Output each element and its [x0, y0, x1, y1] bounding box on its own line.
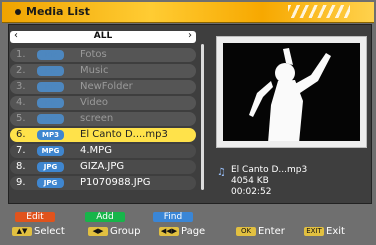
- file-number: 9.: [16, 177, 26, 188]
- dancer-silhouette-icon: [249, 48, 331, 141]
- filter-selector[interactable]: ‹ ALL ›: [10, 30, 196, 43]
- file-name: NewFolder: [80, 81, 133, 92]
- video-file-icon: MPG: [37, 146, 64, 156]
- ok-key-icon: OK: [236, 226, 256, 236]
- info-file-name: El Canto D...mp3: [231, 165, 308, 175]
- file-row[interactable]: 3. Dir NewFolder: [10, 80, 196, 94]
- folder-icon: Dir: [37, 82, 64, 92]
- file-name: El Canto D....mp3: [80, 129, 168, 140]
- select-hint: Select: [34, 226, 65, 237]
- exit-hint: Exit: [326, 226, 345, 237]
- title-decoration: [288, 5, 350, 18]
- list-scrollbar[interactable]: [201, 44, 204, 190]
- folder-icon: Dir: [37, 50, 64, 60]
- title-bullet-icon: [15, 9, 21, 15]
- folder-icon: Dir: [37, 98, 64, 108]
- file-name: Video: [80, 97, 109, 108]
- page-hint: Page: [181, 226, 206, 237]
- footer-select: ▲▼ Select: [12, 226, 65, 240]
- file-row[interactable]: 1. Dir Fotos: [10, 48, 196, 62]
- music-note-icon: ♫: [217, 167, 226, 178]
- folder-icon: Dir: [37, 66, 64, 76]
- file-number: 6.: [16, 129, 26, 140]
- file-row[interactable]: 2. Dir Music: [10, 64, 196, 78]
- mp3-file-icon: MP3: [37, 130, 64, 140]
- file-row[interactable]: 7. MPG 4.MPG: [10, 144, 196, 158]
- file-number: 4.: [16, 97, 26, 108]
- footer-enter: OK Enter: [236, 226, 285, 240]
- info-file-size: 4054 KB: [231, 176, 269, 186]
- file-name: 4.MPG: [80, 145, 112, 156]
- page-key-icon: ◀◀▶: [159, 226, 179, 236]
- file-name: Fotos: [80, 49, 107, 60]
- file-number: 5.: [16, 113, 26, 124]
- file-name: screen: [80, 113, 114, 124]
- filter-next-icon[interactable]: ›: [188, 30, 192, 41]
- file-row[interactable]: 9. JPG P1070988.JPG: [10, 176, 196, 190]
- image-file-icon: JPG: [37, 178, 64, 188]
- info-duration: 00:02:52: [231, 187, 272, 197]
- file-number: 1.: [16, 49, 26, 60]
- preview-frame: [216, 36, 367, 148]
- enter-hint: Enter: [258, 226, 285, 237]
- exit-key-icon: EXIT: [304, 226, 324, 236]
- file-number: 2.: [16, 65, 26, 76]
- group-hint: Group: [110, 226, 141, 237]
- file-name: GIZA.JPG: [80, 161, 125, 172]
- file-number: 7.: [16, 145, 26, 156]
- updown-key-icon: ▲▼: [12, 226, 32, 236]
- find-button[interactable]: Find: [153, 212, 193, 222]
- leftright-key-icon: ◀▶: [88, 226, 108, 236]
- file-number: 8.: [16, 161, 26, 172]
- file-number: 3.: [16, 81, 26, 92]
- file-name: P1070988.JPG: [80, 177, 151, 188]
- add-button[interactable]: Add: [85, 212, 125, 222]
- footer-page: ◀◀▶ Page: [159, 226, 205, 240]
- image-file-icon: JPG: [37, 162, 64, 172]
- file-row[interactable]: 4. Dir Video: [10, 96, 196, 110]
- file-name: Music: [80, 65, 109, 76]
- file-row[interactable]: 5. Dir screen: [10, 112, 196, 126]
- folder-icon: Dir: [37, 114, 64, 124]
- file-row[interactable]: 8. JPG GIZA.JPG: [10, 160, 196, 174]
- preview-image: [223, 43, 360, 141]
- footer-group: ◀▶ Group: [88, 226, 140, 240]
- edit-button[interactable]: Edit: [15, 212, 55, 222]
- file-row-selected[interactable]: 6. MP3 El Canto D....mp3: [10, 128, 196, 142]
- page-title: Media List: [26, 5, 90, 18]
- title-bar: Media List: [2, 2, 374, 23]
- footer-exit: EXIT Exit: [304, 226, 345, 240]
- filter-label: ALL: [93, 31, 113, 41]
